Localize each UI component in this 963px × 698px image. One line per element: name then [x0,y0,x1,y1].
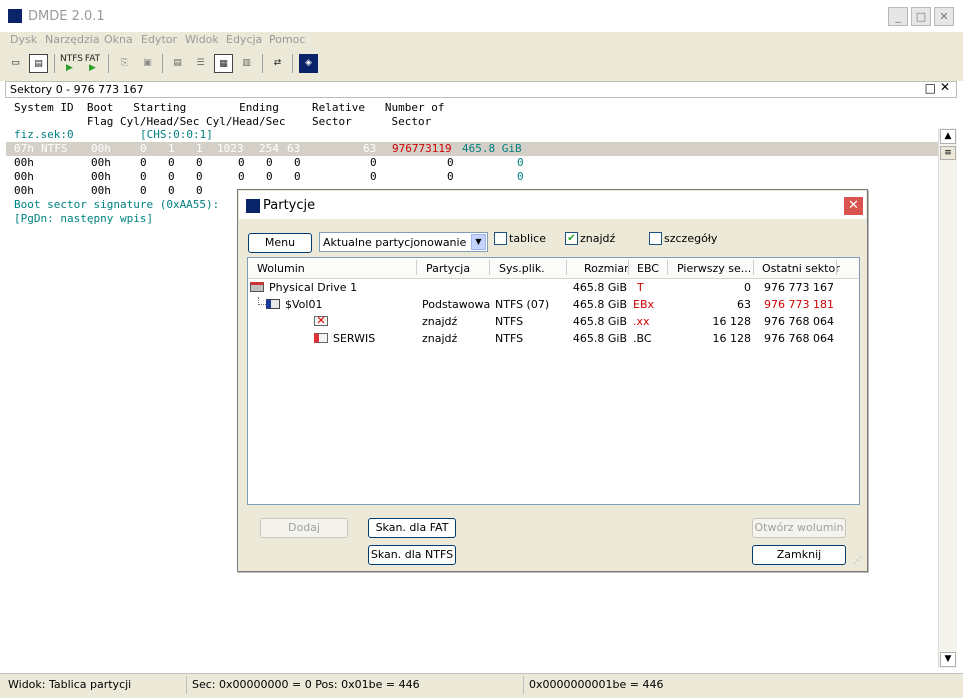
resize-grip-icon[interactable]: ⋰ [853,556,862,566]
scroll-up-icon[interactable]: ▲ [940,129,956,144]
close-dialog-button[interactable]: Zamknij [752,545,846,565]
col-first-sector[interactable]: Pierwszy se... [677,262,751,275]
found-volume-icon [314,333,328,343]
dir-view-icon[interactable]: ▥ [237,54,256,73]
chs-row: fiz.sek:0 [CHS:0:0:1] [14,128,213,141]
sector-range-label: Sektory 0 - 976 773 167 [10,83,144,96]
chevron-down-icon[interactable]: ▼ [471,234,486,250]
ntfs-search-icon[interactable]: NTFS ▶ [60,54,83,73]
menu-dysk[interactable]: Dysk [10,33,37,46]
panel-close-icon[interactable]: ✕ [940,80,950,94]
fat-search-icon[interactable]: FAT ▶ [83,54,102,73]
szczegoly-checkbox[interactable] [649,232,662,245]
volume-icon [266,299,280,309]
close-button[interactable]: ✕ [934,7,954,26]
menu-widok[interactable]: Widok [185,33,219,46]
panel-maximize-icon[interactable]: □ [925,81,936,95]
table-row[interactable]: 00h 00h 0 0 0 0 0 0 0 0 0 [6,156,938,170]
deleted-volume-icon: ✕ [314,315,328,326]
table-view-icon[interactable]: ▦ [214,54,233,73]
maximize-button[interactable]: □ [911,7,931,26]
status-sector: Sec: 0x00000000 = 0 Pos: 0x01be = 446 [192,678,420,691]
table-row[interactable]: 07h NTFS 00h 0 1 1 1023 254 63 63 976773… [6,142,938,156]
scroll-thumb[interactable]: ≡ [940,146,956,160]
tree-line [258,297,266,305]
app-icon [7,8,23,24]
col-last-sector[interactable]: Ostatni sektor [762,262,840,275]
scan-ntfs-button[interactable]: Skan. dla NTFS [368,545,456,565]
dialog-app-icon [245,198,261,214]
menu-bar: Dysk Narzędzia Okna Edytor Widok Edycja … [0,32,963,50]
dialog-title: Partycje [263,198,316,213]
status-bar: Widok: Tablica partycji Sec: 0x00000000 … [0,673,963,698]
hex-view-icon[interactable]: ▤ [168,54,187,73]
status-hex: 0x0000000001be = 446 [529,678,664,691]
partitioning-select[interactable]: Aktualne partycjonowanie ▼ [319,232,488,252]
partition-table-header: System ID Boot Starting Ending Relative … [6,98,957,129]
copy-icon[interactable]: ⎘ [115,54,134,73]
minimize-button[interactable]: _ [888,7,908,26]
header-line-2: Flag Cyl/Head/Sec Cyl/Head/Sec Sector Se… [14,115,432,128]
header-line-1: System ID Boot Starting Ending Relative … [14,101,445,114]
tablice-label: tablice [509,232,546,245]
open-volume-button[interactable]: Otwórz wolumin [752,518,846,538]
list-item[interactable]: $Vol01 Podstawowa NTFS (07) 465.8 GiB EB… [248,296,859,313]
app-title: DMDE 2.0.1 [28,9,105,24]
szczegoly-label: szczegóły [664,232,718,245]
col-rozmiar[interactable]: Rozmiar [584,262,629,275]
menu-button[interactable]: Menu [248,233,312,253]
partitions-icon[interactable]: ◈ [299,54,318,73]
znajdz-checkbox[interactable]: ✔ [565,232,578,245]
menu-okna[interactable]: Okna [104,33,133,46]
col-wolumin[interactable]: Wolumin [257,262,305,275]
col-ebc[interactable]: EBC [637,262,659,275]
list-item[interactable]: Physical Drive 1 465.8 GiB T 0 976 773 1… [248,279,859,296]
col-sysplik[interactable]: Sys.plik. [499,262,545,275]
menu-edytor[interactable]: Edytor [141,33,177,46]
partitions-list[interactable]: Wolumin Partycja Sys.plik. Rozmiar EBC P… [247,257,860,505]
col-partycja[interactable]: Partycja [426,262,470,275]
status-view: Widok: Tablica partycji [8,678,132,691]
switch-icon[interactable]: ⇄ [268,54,287,73]
add-button[interactable]: Dodaj [260,518,348,538]
scan-fat-button[interactable]: Skan. dla FAT [368,518,456,538]
list-header: Wolumin Partycja Sys.plik. Rozmiar EBC P… [248,258,859,279]
toolbar: ▭ ▤ NTFS ▶ FAT ▶ ⎘ ▣ ▤ ☰ ▦ ▥ ⇄ ◈ [0,50,963,77]
text-view-icon[interactable]: ☰ [191,54,210,73]
drive-icon [250,282,264,292]
disk-icon[interactable]: ▭ [6,54,25,73]
menu-edycja[interactable]: Edycja [226,33,262,46]
vertical-scrollbar[interactable]: ▲ ≡ ▼ [938,128,957,668]
dialog-close-icon[interactable]: ✕ [843,196,864,216]
scroll-down-icon[interactable]: ▼ [940,652,956,667]
title-bar: DMDE 2.0.1 _ □ ✕ [0,0,963,32]
list-item[interactable]: SERWIS znajdź NTFS 465.8 GiB .BC 16 128 … [248,330,859,347]
tablice-checkbox[interactable] [494,232,507,245]
table-row[interactable]: 00h 00h 0 0 0 0 0 0 0 0 0 [6,170,938,184]
menu-pomoc[interactable]: Pomoc [269,33,305,46]
paste-icon[interactable]: ▣ [138,54,157,73]
znajdz-label: znajdź [580,232,616,245]
panel-title-bar: Sektory 0 - 976 773 167 □ ✕ [5,80,957,98]
list-item[interactable]: ✕ znajdź NTFS 465.8 GiB .xx 16 128 976 7… [248,313,859,330]
drives-icon[interactable]: ▤ [29,54,48,73]
dialog-title-bar: Partycje ✕ [239,191,866,219]
menu-narzedzia[interactable]: Narzędzia [45,33,100,46]
partitions-dialog: Partycje ✕ Menu Aktualne partycjonowanie… [237,189,868,572]
